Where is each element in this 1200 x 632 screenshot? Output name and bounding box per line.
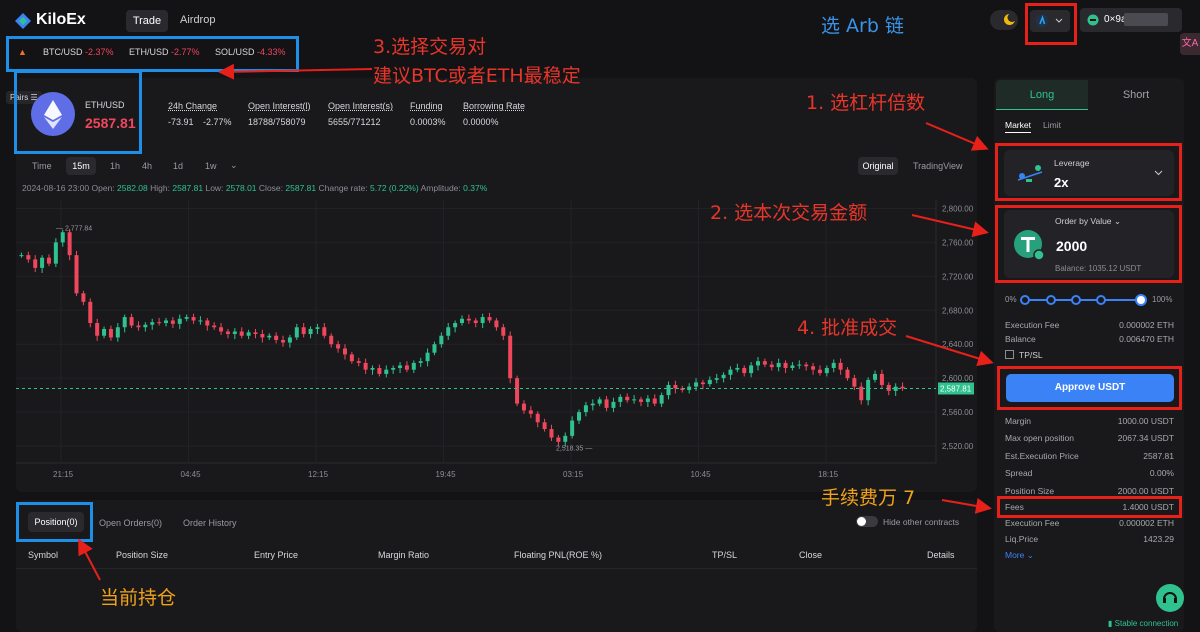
- arrow-leverage: [925, 122, 989, 151]
- arrow-amount: [911, 214, 989, 238]
- arrow-pair: [218, 63, 373, 80]
- arrow-position: [78, 538, 101, 581]
- arrow-approve: [905, 335, 994, 367]
- arrow-fees: [941, 498, 992, 514]
- annotation-arrows: [78, 63, 994, 581]
